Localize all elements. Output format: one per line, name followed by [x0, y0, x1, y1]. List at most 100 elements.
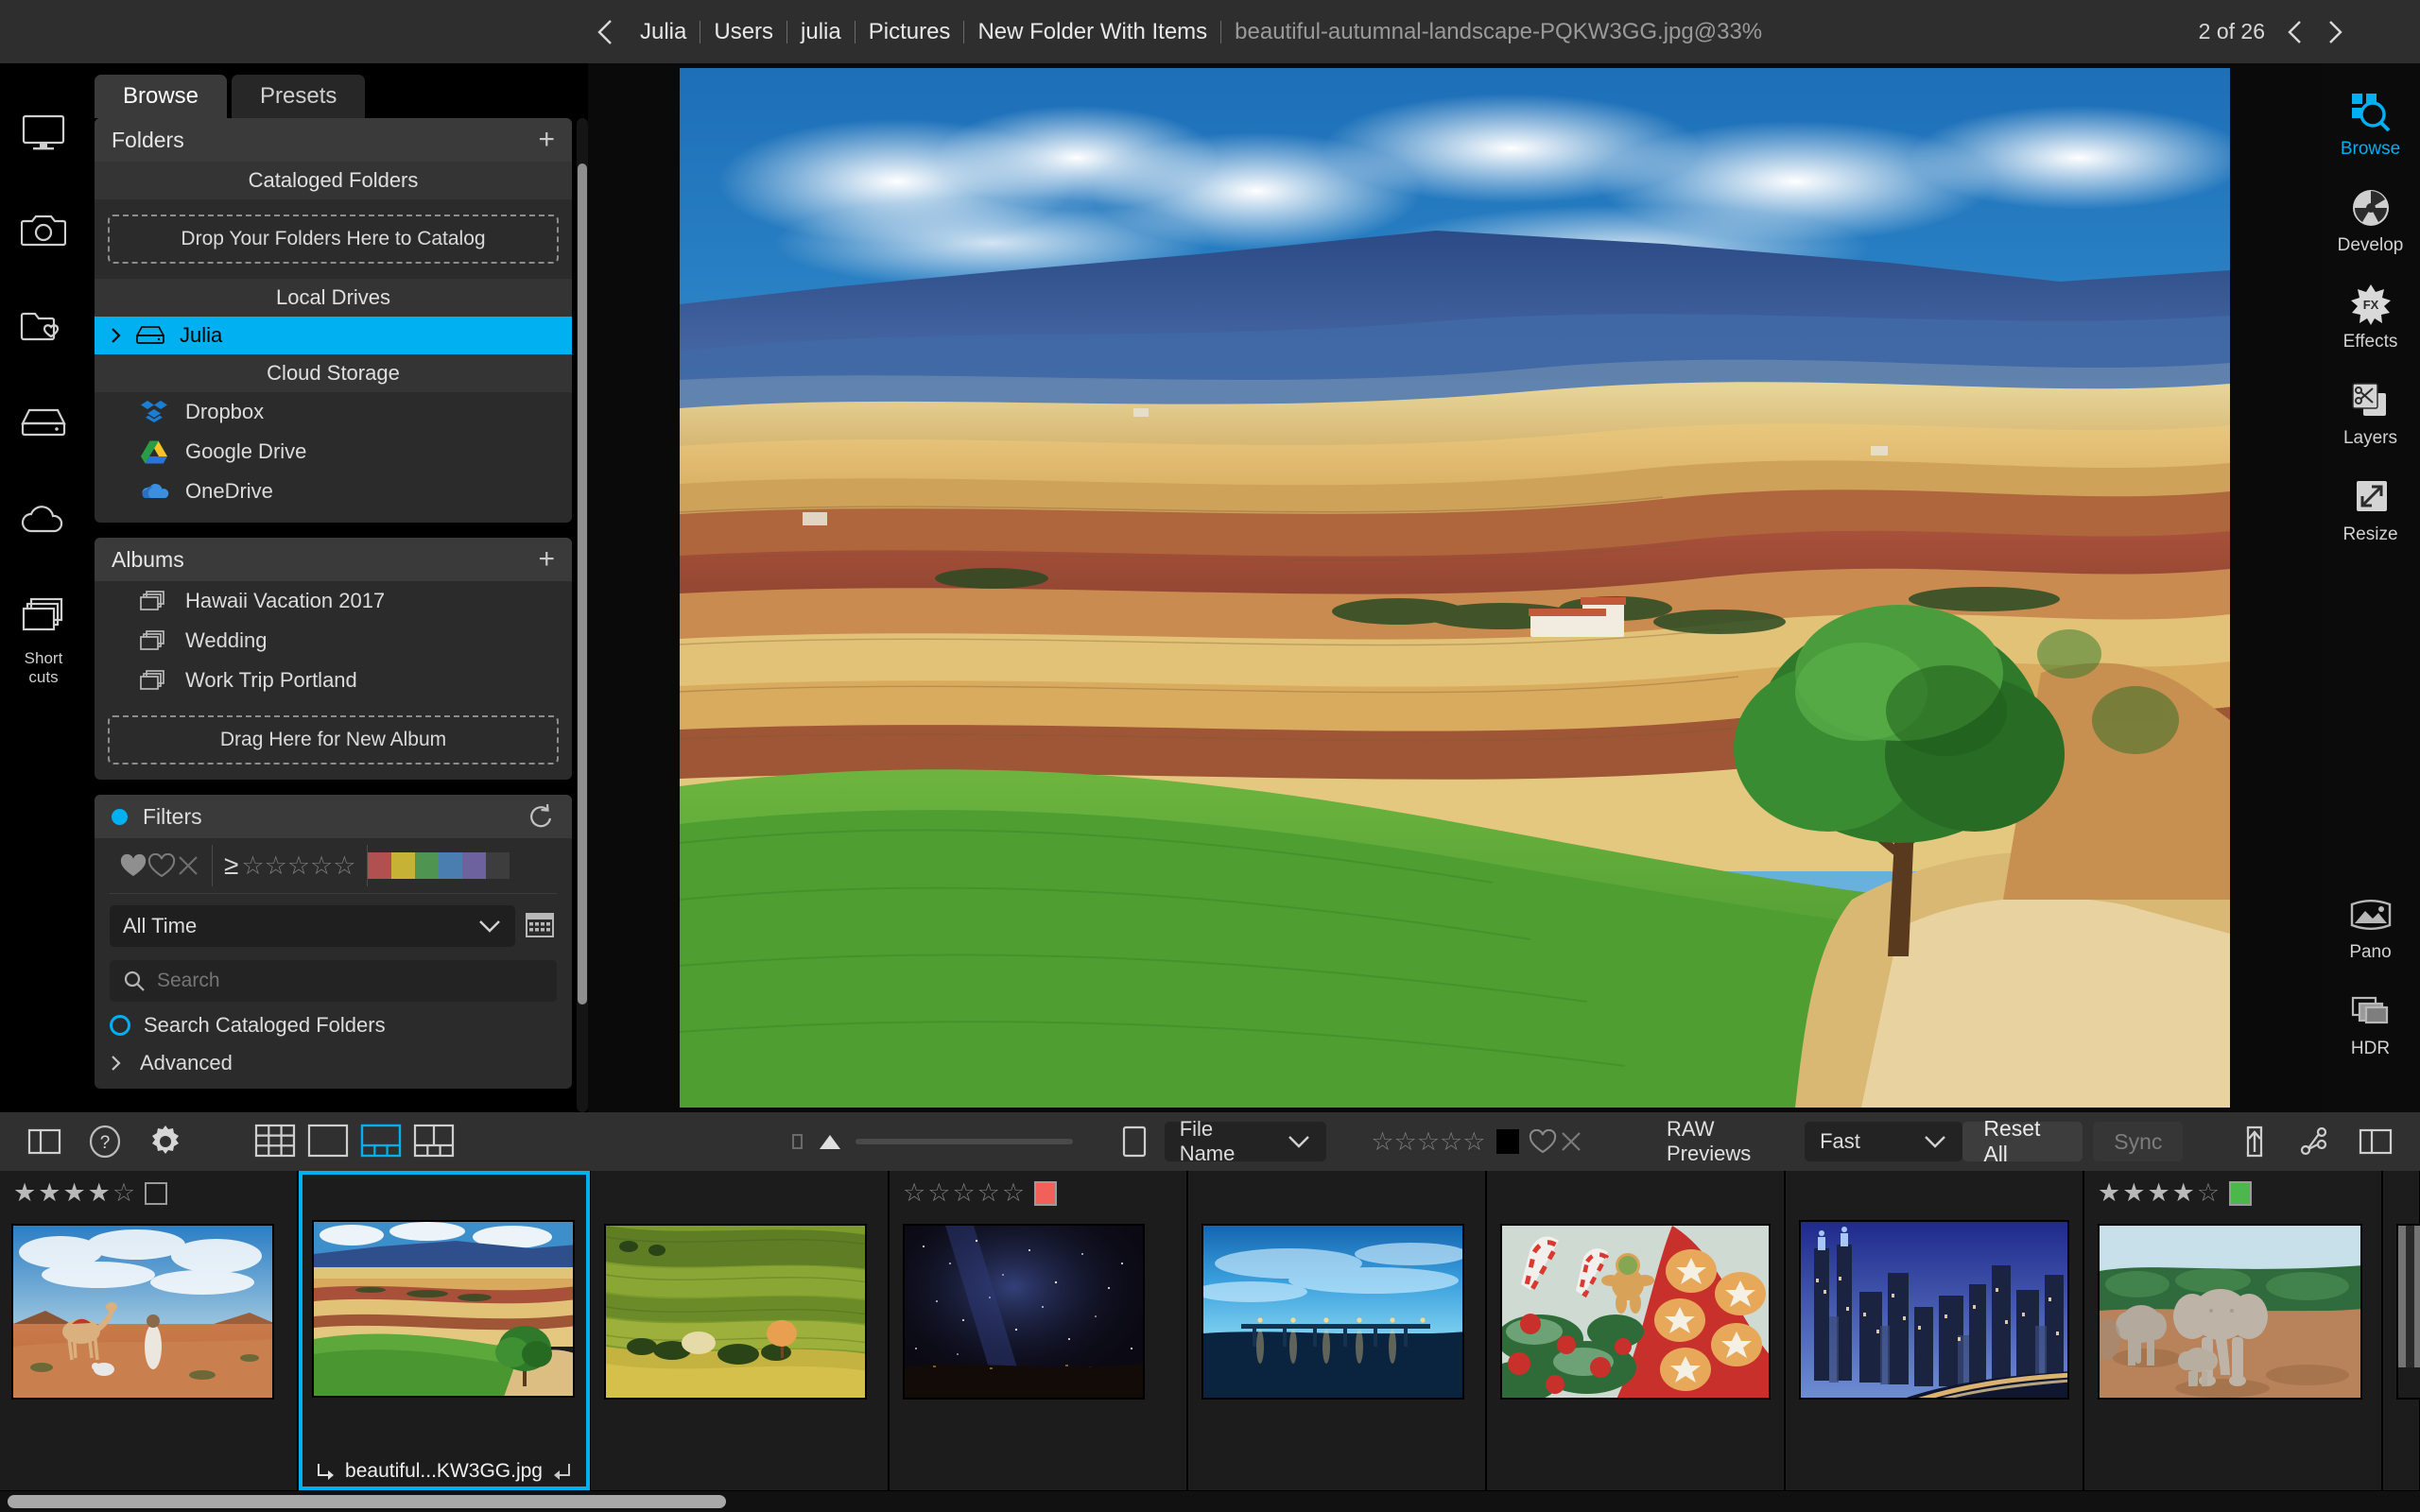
album-item-work-trip-portland[interactable]: Work Trip Portland	[95, 661, 572, 700]
filmstrip-scrollbar-thumb[interactable]	[8, 1495, 726, 1508]
tool-layers[interactable]: Layers	[2324, 377, 2418, 449]
slider-handle[interactable]	[816, 1131, 844, 1152]
list-item[interactable]: ★ ★ ★ ★ ☆	[2084, 1171, 2382, 1490]
list-item[interactable]	[2383, 1171, 2420, 1490]
thumb-color-label[interactable]	[2229, 1181, 2252, 1206]
thumb-star-5[interactable]: ☆	[2197, 1180, 2220, 1206]
drive-icon[interactable]	[17, 396, 70, 449]
previous-image-icon[interactable]	[2286, 19, 2305, 45]
thumb-checkbox[interactable]	[145, 1182, 167, 1205]
slider-track[interactable]	[856, 1139, 1073, 1144]
breadcrumb-item-2[interactable]: julia	[787, 19, 855, 45]
breadcrumb-item-3[interactable]: Pictures	[856, 19, 964, 45]
list-item[interactable]: ★ ★ ★ ★ ☆	[0, 1171, 298, 1490]
new-album-dropzone[interactable]: Drag Here for New Album	[108, 715, 559, 765]
drive-item-julia[interactable]: Julia	[95, 317, 572, 354]
thumb-star-3[interactable]: ★	[62, 1180, 85, 1206]
toolbar-reject-x-icon[interactable]	[1559, 1129, 1583, 1154]
thumb-star-4[interactable]: ★	[88, 1180, 111, 1206]
list-item[interactable]	[1487, 1171, 1785, 1490]
list-item[interactable]: ☆ ☆ ☆ ☆ ☆	[890, 1171, 1187, 1490]
folder-favorite-icon[interactable]	[17, 300, 70, 352]
tool-pano[interactable]: Pano	[2324, 891, 2418, 963]
panel-scrollbar-thumb[interactable]	[578, 163, 587, 1005]
tool-browse[interactable]: Browse	[2324, 88, 2418, 160]
thumb-star-5[interactable]: ☆	[1002, 1180, 1025, 1206]
thumbnail-icon[interactable]	[1115, 1121, 1154, 1162]
sort-select[interactable]: File Name	[1165, 1122, 1326, 1161]
panel-scrollbar[interactable]	[577, 118, 588, 1112]
color-swatch-yellow[interactable]	[391, 852, 415, 879]
toolbar-star-2[interactable]: ☆	[1394, 1129, 1417, 1155]
time-range-select[interactable]: All Time	[110, 905, 515, 947]
color-swatch-green[interactable]	[415, 852, 439, 879]
send-to-icon[interactable]	[2295, 1121, 2335, 1162]
thumb-star-4[interactable]: ★	[2172, 1180, 2195, 1206]
filter-star-2[interactable]: ☆	[265, 853, 287, 879]
search-input[interactable]	[157, 970, 544, 992]
add-album-button[interactable]: +	[538, 545, 555, 574]
breadcrumb-back-icon[interactable]	[596, 18, 616, 46]
color-swatch-red[interactable]	[368, 852, 391, 879]
search-cataloged-folders-radio[interactable]: Search Cataloged Folders	[95, 1007, 572, 1047]
filter-search-box[interactable]	[110, 960, 557, 1002]
album-item-wedding[interactable]: Wedding	[95, 621, 572, 661]
tab-presets[interactable]: Presets	[232, 75, 365, 118]
toolbar-star-5[interactable]: ☆	[1462, 1129, 1485, 1155]
toolbar-star-4[interactable]: ☆	[1440, 1129, 1462, 1155]
cloud-item-dropbox[interactable]: Dropbox	[95, 392, 572, 432]
heart-filled-icon[interactable]	[119, 853, 147, 878]
cloud-icon[interactable]	[17, 492, 70, 545]
cloud-item-google-drive[interactable]: Google Drive	[95, 432, 572, 472]
list-item[interactable]	[1188, 1171, 1486, 1490]
thumbnail-size-slider[interactable]	[789, 1131, 1073, 1152]
breadcrumb-item-0[interactable]: Julia	[627, 19, 700, 45]
breadcrumb-item-4[interactable]: New Folder With Items	[964, 19, 1220, 45]
toolbar-star-3[interactable]: ☆	[1417, 1129, 1440, 1155]
advanced-filters-toggle[interactable]: Advanced	[95, 1047, 572, 1089]
next-image-icon[interactable]	[2325, 19, 2344, 45]
thumb-star-1[interactable]: ☆	[903, 1180, 925, 1206]
toolbar-color-label-swatch[interactable]	[1496, 1129, 1519, 1154]
tool-hdr[interactable]: HDR	[2324, 988, 2418, 1059]
rating-operator[interactable]: ≥	[224, 850, 238, 881]
view-mode-detail[interactable]	[307, 1123, 349, 1160]
view-mode-grid[interactable]	[254, 1123, 296, 1160]
thumb-star-3[interactable]: ☆	[952, 1180, 975, 1206]
thumb-star-2[interactable]: ☆	[927, 1180, 950, 1206]
add-folder-button[interactable]: +	[538, 126, 555, 154]
stack-icon[interactable]	[17, 589, 70, 642]
filmstrip-scrollbar[interactable]	[0, 1491, 2420, 1512]
thumb-star-5[interactable]: ☆	[112, 1180, 135, 1206]
thumb-star-2[interactable]: ★	[38, 1180, 60, 1206]
tab-browse[interactable]: Browse	[95, 75, 227, 118]
reset-all-button[interactable]: Reset All	[1962, 1122, 2083, 1161]
toolbar-star-1[interactable]: ☆	[1371, 1129, 1393, 1155]
tool-effects[interactable]: FX Effects	[2324, 281, 2418, 352]
color-swatch-blue[interactable]	[439, 852, 462, 879]
color-swatch-purple[interactable]	[462, 852, 486, 879]
breadcrumb-item-1[interactable]: Users	[700, 19, 786, 45]
panel-toggle-icon[interactable]	[25, 1121, 64, 1162]
calendar-icon[interactable]	[525, 910, 557, 942]
thumb-star-3[interactable]: ★	[2147, 1180, 2169, 1206]
monitor-icon[interactable]	[17, 107, 70, 160]
help-icon[interactable]: ?	[85, 1121, 125, 1162]
heart-outline-icon[interactable]	[147, 853, 176, 878]
cloud-item-onedrive[interactable]: OneDrive	[95, 472, 572, 511]
image-preview-area[interactable]	[588, 63, 2321, 1112]
gear-icon[interactable]	[146, 1121, 185, 1162]
thumb-star-2[interactable]: ★	[2122, 1180, 2145, 1206]
view-mode-compare[interactable]	[413, 1123, 455, 1160]
reject-x-icon[interactable]	[176, 853, 200, 878]
list-item[interactable]	[1786, 1171, 2083, 1490]
filter-star-4[interactable]: ☆	[310, 853, 333, 879]
tool-develop[interactable]: Develop	[2324, 184, 2418, 256]
toolbar-heart-outline-icon[interactable]	[1529, 1129, 1557, 1154]
split-view-icon[interactable]	[2356, 1121, 2395, 1162]
thumb-star-1[interactable]: ★	[13, 1180, 36, 1206]
list-item[interactable]	[591, 1171, 889, 1490]
color-swatch-none[interactable]	[486, 852, 510, 879]
thumb-star-4[interactable]: ☆	[977, 1180, 1000, 1206]
view-mode-filmstrip[interactable]	[360, 1123, 402, 1160]
